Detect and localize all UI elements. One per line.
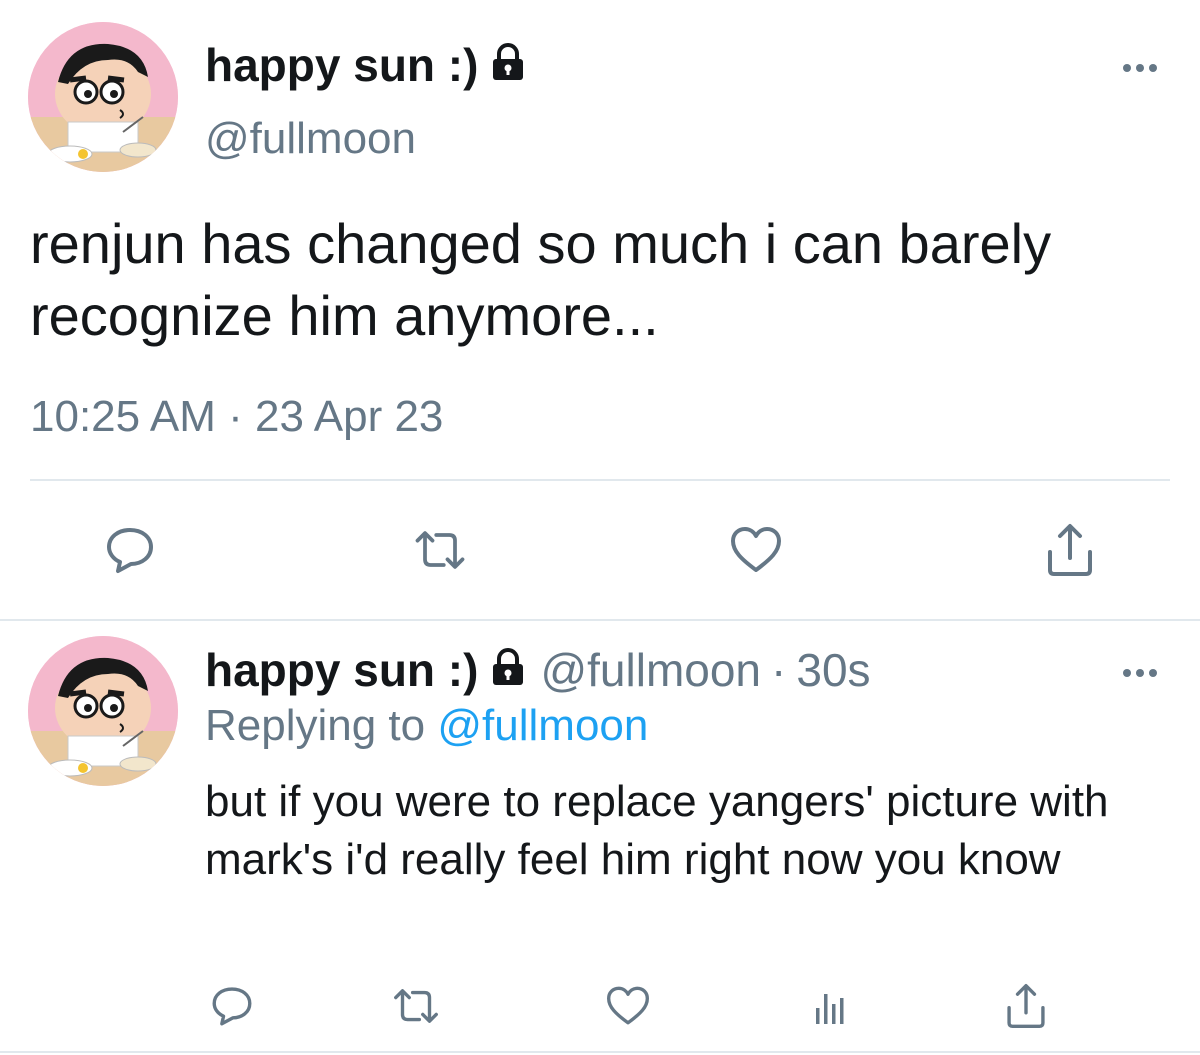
avatar[interactable] bbox=[28, 22, 178, 172]
reply-header: happy sun :) @fullmoon · 30s bbox=[205, 643, 871, 697]
more-icon[interactable] bbox=[1122, 665, 1158, 683]
handle[interactable]: @fullmoon bbox=[205, 114, 416, 164]
tweet-text: but if you were to replace yangers' pict… bbox=[205, 777, 1109, 884]
display-name-text[interactable]: happy sun :) bbox=[205, 38, 478, 92]
handle[interactable]: @fullmoon bbox=[540, 643, 761, 697]
analytics-button[interactable] bbox=[800, 976, 860, 1036]
share-button[interactable] bbox=[1040, 520, 1100, 580]
reply-icon bbox=[212, 987, 252, 1026]
replying-to-label: Replying to bbox=[205, 701, 426, 750]
like-icon bbox=[731, 527, 781, 572]
like-icon bbox=[607, 986, 649, 1025]
like-button[interactable] bbox=[598, 976, 658, 1036]
more-icon[interactable] bbox=[1122, 60, 1158, 78]
main-tweet: happy sun :) @fullmoon renjun has change… bbox=[0, 0, 1200, 621]
time-ago[interactable]: 30s bbox=[796, 643, 870, 697]
reply-button[interactable] bbox=[100, 520, 160, 580]
divider bbox=[0, 1051, 1200, 1053]
share-icon bbox=[1007, 983, 1045, 1028]
reply-button[interactable] bbox=[202, 976, 262, 1036]
display-name[interactable]: happy sun :) bbox=[205, 38, 526, 92]
replying-to: Replying to @fullmoon bbox=[205, 701, 648, 751]
retweet-button[interactable] bbox=[386, 976, 446, 1036]
separator: · bbox=[771, 644, 787, 696]
retweet-icon bbox=[394, 989, 438, 1023]
like-button[interactable] bbox=[726, 520, 786, 580]
retweet-icon bbox=[415, 531, 465, 569]
reply-tweet[interactable]: happy sun :) @fullmoon · 30s Replying to… bbox=[0, 621, 1200, 1055]
share-button[interactable] bbox=[996, 976, 1056, 1036]
action-bar bbox=[0, 520, 1200, 580]
lock-icon bbox=[490, 38, 526, 92]
tweet-text: renjun has changed so much i can barely … bbox=[30, 212, 1052, 347]
divider bbox=[30, 479, 1170, 481]
timestamp[interactable]: 10:25 AM · 23 Apr 23 bbox=[30, 392, 443, 442]
action-bar bbox=[0, 976, 1200, 1032]
avatar-image bbox=[28, 22, 178, 172]
display-name-text[interactable]: happy sun :) bbox=[205, 643, 478, 697]
avatar-image bbox=[28, 636, 178, 786]
share-icon bbox=[1048, 524, 1092, 576]
analytics-icon bbox=[816, 994, 844, 1024]
reply-icon bbox=[107, 528, 153, 573]
lock-icon bbox=[490, 643, 526, 697]
avatar[interactable] bbox=[28, 636, 178, 786]
retweet-button[interactable] bbox=[410, 520, 470, 580]
mention-link[interactable]: @fullmoon bbox=[437, 701, 648, 750]
